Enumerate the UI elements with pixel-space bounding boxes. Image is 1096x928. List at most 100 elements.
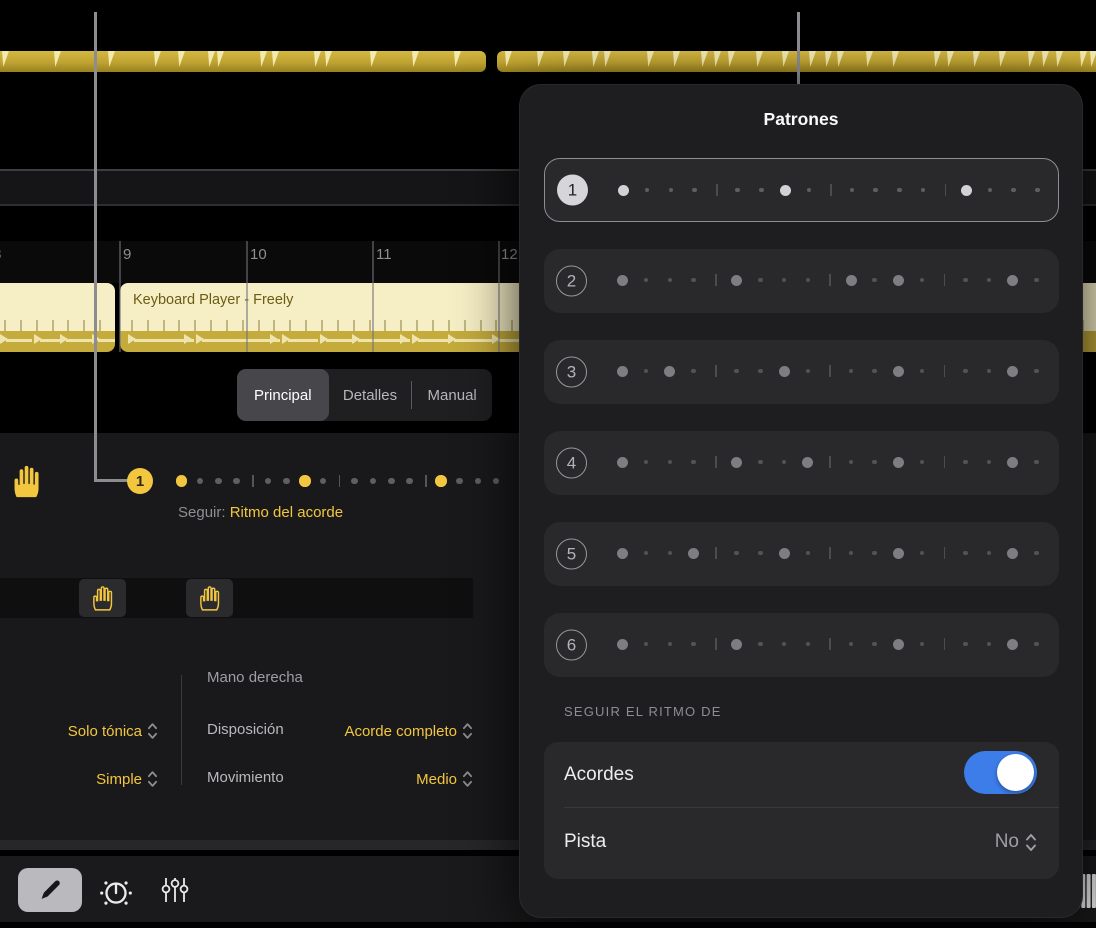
pattern-row-3[interactable]: 3 [544, 340, 1059, 404]
pattern-dot-accent [780, 185, 791, 196]
pattern-dot [963, 551, 968, 556]
select-value: Medio [416, 771, 457, 788]
transient-mark [54, 51, 61, 67]
transient-mark [756, 51, 763, 67]
edit-pencil-button[interactable] [18, 868, 82, 912]
ruler-bar-number: 12 [501, 246, 518, 263]
transient-mark [178, 51, 185, 67]
pattern-dot-accent [1007, 275, 1018, 286]
popover-title: Patrones [520, 109, 1082, 130]
right-hand-select[interactable]: Medio [240, 769, 473, 789]
audio-overview-region[interactable] [0, 51, 486, 72]
tab-principal[interactable]: Principal [237, 369, 329, 421]
beat-tick [20, 320, 22, 331]
top-black-band [0, 0, 1096, 51]
pattern-dot [872, 551, 877, 556]
controls-divider [181, 675, 182, 785]
pattern-row-4[interactable]: 4 [544, 431, 1059, 495]
pattern-dot-accent [617, 548, 628, 559]
region-top [0, 283, 115, 331]
chevron-up-down-icon [462, 769, 473, 789]
ruler-bar-number: 11 [376, 246, 392, 263]
pattern-row-2[interactable]: 2 [544, 249, 1059, 313]
keyboard-player-region[interactable] [0, 283, 115, 352]
pattern-dot-accent [961, 185, 972, 196]
transient-mark [314, 51, 321, 67]
left-hand-select[interactable]: Solo tónica [0, 721, 158, 741]
pattern-row-number: 5 [556, 539, 587, 570]
dot-group-divider [829, 365, 831, 377]
transient-mark [892, 51, 899, 67]
region-label: Keyboard Player - Freely [133, 292, 293, 308]
strum-note-line [326, 339, 352, 342]
strum-note-flag [184, 334, 192, 344]
pattern-dot [987, 369, 992, 374]
chords-toggle[interactable] [964, 751, 1037, 794]
patterns-popover: Patrones 123456 SEGUIR EL RITMO DE Acord… [519, 84, 1083, 918]
follow-rhythm-label[interactable]: Seguir: Ritmo del acorde [178, 504, 343, 521]
dot-group-divider [944, 274, 946, 286]
pattern-dot [388, 478, 395, 485]
beat-tick [273, 320, 275, 331]
pattern-dot [645, 188, 650, 193]
hand-outline-icon [92, 585, 114, 611]
pattern-dot [283, 478, 290, 485]
ruler-bar-number: 10 [250, 246, 267, 263]
left-hand-select[interactable]: Simple [0, 769, 158, 789]
pattern-number-badge[interactable]: 1 [127, 468, 153, 494]
pencil-icon [35, 875, 65, 905]
beat-tick [511, 320, 513, 331]
pattern-dot [758, 460, 763, 465]
pattern-dot-accent [1007, 639, 1018, 650]
toggle-knob [997, 754, 1034, 791]
pattern-dot [758, 551, 763, 556]
track-follow-select[interactable]: No [995, 831, 1037, 853]
pattern-row-number: 3 [556, 357, 587, 388]
beat-tick [194, 320, 196, 331]
transient-mark [973, 51, 980, 67]
transient-mark [272, 51, 279, 67]
track-label: Pista [564, 831, 606, 853]
chevron-up-down-icon [462, 721, 473, 741]
beat-tick [464, 320, 466, 331]
transient-mark [934, 51, 941, 67]
beat-tick [321, 320, 323, 331]
pattern-dot-accent [779, 366, 790, 377]
knob-icon[interactable] [98, 874, 134, 910]
dot-group-divider [945, 184, 947, 196]
strum-note-line [98, 339, 115, 342]
pattern-dot [668, 642, 673, 647]
sliders-icon[interactable] [159, 874, 191, 906]
dot-group-divider [829, 547, 831, 559]
pattern-row-6[interactable]: 6 [544, 613, 1059, 677]
pattern-dot [921, 188, 926, 193]
pattern-dot [691, 460, 696, 465]
transient-mark [2, 51, 9, 67]
pattern-dot [691, 642, 696, 647]
pattern-dot [1034, 369, 1039, 374]
pattern-dot-accent [664, 366, 675, 377]
tab-manual[interactable]: Manual [412, 369, 492, 421]
pattern-dot [963, 460, 968, 465]
pattern-dot [1035, 188, 1040, 193]
pattern-dot [806, 369, 811, 374]
pattern-dot [987, 642, 992, 647]
pattern-row-5[interactable]: 5 [544, 522, 1059, 586]
pattern-row-number: 6 [556, 630, 587, 661]
pattern-row-1[interactable]: 1 [544, 158, 1059, 222]
tab-detalles[interactable]: Detalles [329, 369, 412, 421]
right-hand-button[interactable] [186, 579, 233, 617]
pattern-dot [1034, 551, 1039, 556]
pattern-dot [735, 188, 740, 193]
bar-gridline [498, 241, 500, 352]
chords-label: Acordes [564, 764, 634, 786]
dot-group-divider [715, 547, 717, 559]
pattern-dot-accent [435, 475, 447, 487]
pattern-row-number: 4 [556, 448, 587, 479]
pattern-dot-accent [176, 475, 188, 487]
transient-mark [592, 51, 599, 67]
pattern-dot [920, 551, 925, 556]
pattern-dot [963, 278, 968, 283]
left-hand-button[interactable] [79, 579, 126, 617]
right-hand-select[interactable]: Acorde completo [240, 721, 473, 741]
